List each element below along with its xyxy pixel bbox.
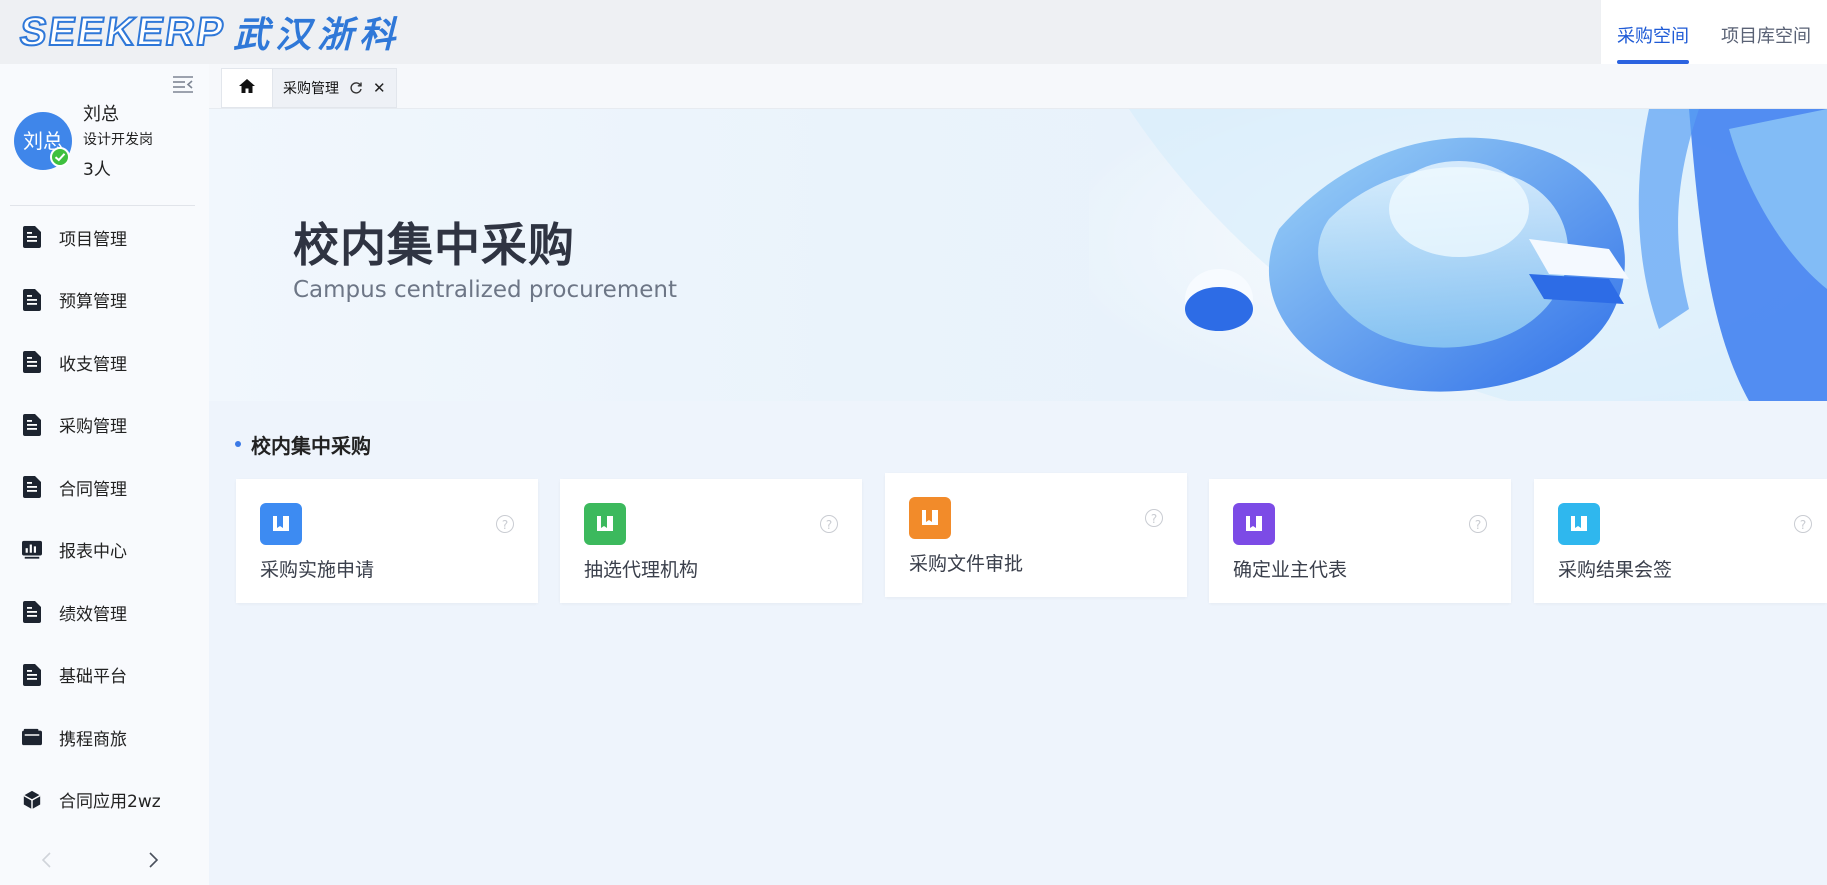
user-name: 刘总: [83, 104, 119, 125]
brand-logo: SEEKERP 武汉浙科: [16, 6, 402, 58]
bullet-dot-icon: [235, 441, 241, 447]
card-document-approval[interactable]: ? 采购文件审批: [885, 473, 1187, 597]
sidebar-item-performance-management[interactable]: 绩效管理: [0, 581, 209, 644]
sidebar-item-project-management[interactable]: 项目管理: [0, 206, 209, 269]
help-icon[interactable]: ?: [1794, 515, 1812, 533]
book-icon: [1233, 503, 1275, 545]
chevron-right-icon[interactable]: [146, 850, 160, 874]
document-icon: [22, 226, 42, 249]
sidebar-item-label: 绩效管理: [59, 604, 127, 625]
sidebar-item-contract-management[interactable]: 合同管理: [0, 456, 209, 519]
sidebar-item-contract-app[interactable]: 合同应用2wz: [0, 769, 209, 832]
home-icon: [238, 78, 256, 98]
collapse-menu-icon[interactable]: [172, 74, 194, 94]
help-icon[interactable]: ?: [1145, 509, 1163, 527]
sidebar-item-label: 采购管理: [59, 417, 127, 438]
card-label: 确定业主代表: [1233, 559, 1348, 581]
logo-text-cn: 武汉浙科: [233, 14, 402, 56]
refresh-icon[interactable]: [349, 81, 363, 95]
user-role: 设计开发岗: [83, 132, 153, 148]
help-icon[interactable]: ?: [496, 515, 514, 533]
sidebar-item-procurement-management[interactable]: 采购管理: [0, 394, 209, 457]
sidebar-item-label: 合同应用2wz: [59, 792, 161, 813]
sidebar-menu: 项目管理 预算管理 收支管理 采购管理 合同管理 报表中心 绩效管理 基础平台 …: [0, 206, 209, 831]
online-check-icon: [50, 147, 70, 167]
tab-label: 采购管理: [283, 81, 339, 97]
document-icon: [22, 476, 42, 499]
sidebar-item-income-expense-management[interactable]: 收支管理: [0, 331, 209, 394]
book-icon: [584, 503, 626, 545]
card-label: 采购结果会签: [1558, 559, 1673, 581]
sidebar-item-label: 收支管理: [59, 354, 127, 375]
card-label: 采购实施申请: [260, 559, 375, 581]
sidebar-item-report-center[interactable]: 报表中心: [0, 519, 209, 582]
tab-procurement-management[interactable]: 采购管理 ✕: [273, 68, 397, 108]
card-owner-representative[interactable]: ? 确定业主代表: [1209, 479, 1511, 603]
help-icon[interactable]: ?: [820, 515, 838, 533]
card-result-countersign[interactable]: ? 采购结果会签: [1534, 479, 1827, 603]
close-icon[interactable]: ✕: [373, 79, 386, 97]
book-icon: [909, 497, 951, 539]
chevron-left-icon[interactable]: [40, 850, 54, 874]
sidebar-item-ctrip-travel[interactable]: 携程商旅: [0, 706, 209, 769]
tab-project-library-space[interactable]: 项目库空间: [1705, 0, 1827, 64]
top-bar: SEEKERP 武汉浙科 采购空间 项目库空间: [0, 0, 1827, 64]
sidebar-item-label: 基础平台: [59, 667, 127, 688]
cube-icon: [22, 789, 42, 811]
sidebar-item-label: 项目管理: [59, 229, 127, 250]
card-label: 采购文件审批: [909, 553, 1024, 575]
sidebar-item-budget-management[interactable]: 预算管理: [0, 269, 209, 332]
page-tabs: 采购管理 ✕: [209, 64, 1827, 109]
sidebar-pager: [0, 850, 209, 880]
section-title: 校内集中采购: [251, 433, 371, 458]
card-select-agency[interactable]: ? 抽选代理机构: [560, 479, 862, 603]
book-icon: [260, 503, 302, 545]
hero-banner: 校内集中采购 Campus centralized procurement: [209, 109, 1827, 401]
wallet-icon: [22, 726, 42, 748]
card-procurement-application[interactable]: ? 采购实施申请: [236, 479, 538, 603]
document-icon: [22, 288, 42, 311]
logo-text-latin: SEEKERP: [16, 9, 229, 55]
sidebar-item-label: 合同管理: [59, 479, 127, 500]
sidebar-item-base-platform[interactable]: 基础平台: [0, 644, 209, 707]
sidebar-item-label: 预算管理: [59, 292, 127, 313]
tab-procurement-space[interactable]: 采购空间: [1601, 0, 1705, 64]
book-icon: [1558, 503, 1600, 545]
banner-subtitle: Campus centralized procurement: [293, 277, 677, 303]
user-count: 3人: [83, 160, 111, 180]
help-icon[interactable]: ?: [1469, 515, 1487, 533]
section-header: 校内集中采购: [235, 429, 371, 459]
bar-chart-icon: [22, 539, 42, 561]
sidebar-item-label: 携程商旅: [59, 729, 127, 750]
sidebar-item-label: 报表中心: [59, 542, 127, 563]
space-tabs: 采购空间 项目库空间: [1601, 0, 1827, 64]
document-icon: [22, 663, 42, 686]
user-profile: 刘总 刘总 设计开发岗 3人: [14, 100, 194, 180]
sidebar: 刘总 刘总 设计开发岗 3人 项目管理 预算管理 收支管理 采购管理 合同管理 …: [0, 64, 209, 885]
home-tab[interactable]: [221, 68, 273, 108]
document-icon: [22, 413, 42, 436]
banner-title: 校内集中采购: [293, 218, 575, 272]
card-label: 抽选代理机构: [584, 559, 699, 581]
banner-illustration: [1089, 109, 1827, 401]
document-icon: [22, 601, 42, 624]
document-icon: [22, 351, 42, 374]
